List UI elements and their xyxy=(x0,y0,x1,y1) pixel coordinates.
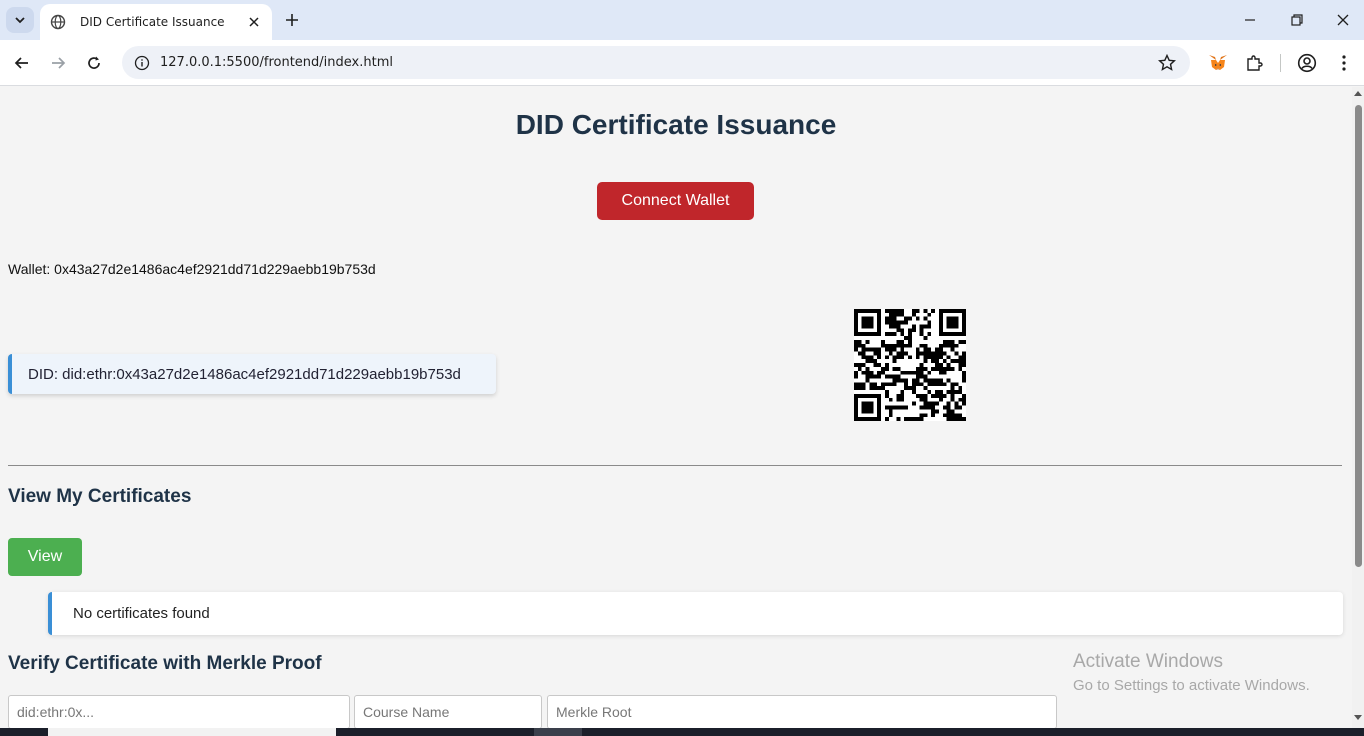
section-divider xyxy=(8,465,1342,466)
close-window-button[interactable] xyxy=(1333,10,1353,30)
page-scrollbar[interactable] xyxy=(1352,87,1364,736)
merkle-root-input[interactable] xyxy=(547,695,1057,729)
star-icon[interactable] xyxy=(1158,54,1176,72)
minimize-button[interactable] xyxy=(1240,10,1260,30)
close-icon xyxy=(1337,14,1349,26)
windows-taskbar xyxy=(0,728,1364,736)
page-title: DID Certificate Issuance xyxy=(515,109,837,140)
chevron-down-icon xyxy=(15,17,25,24)
globe-icon xyxy=(50,14,66,30)
new-tab-button[interactable] xyxy=(282,10,302,30)
scroll-thumb[interactable] xyxy=(1355,105,1362,567)
restore-icon xyxy=(1291,14,1303,26)
info-icon xyxy=(134,55,150,70)
close-tab-button[interactable] xyxy=(246,14,262,30)
puzzle-icon xyxy=(1247,55,1263,71)
watermark-subtitle: Go to Settings to activate Windows. xyxy=(1073,677,1310,694)
reload-icon xyxy=(88,56,100,69)
kebab-menu-icon xyxy=(1342,55,1346,71)
plus-icon xyxy=(286,14,298,26)
no-certificates-message: No certificates found xyxy=(73,605,210,622)
did-display: DID: did:ethr:0x43a27d2e1486ac4ef2921dd7… xyxy=(8,354,496,394)
tab-title: DID Certificate Issuance xyxy=(80,15,225,29)
profile-button[interactable] xyxy=(1296,52,1318,74)
scroll-up-arrow[interactable] xyxy=(1354,91,1362,96)
tab-strip: DID Certificate Issuance xyxy=(0,0,1364,40)
scroll-down-arrow[interactable] xyxy=(1354,715,1362,720)
did-text: DID: did:ethr:0x43a27d2e1486ac4ef2921dd7… xyxy=(28,365,461,383)
browser-tab[interactable]: DID Certificate Issuance xyxy=(40,4,272,40)
did-qr-code xyxy=(854,309,966,421)
connect-wallet-button[interactable]: Connect Wallet xyxy=(597,182,754,220)
site-info-button[interactable] xyxy=(134,55,150,71)
toolbar-separator xyxy=(1280,54,1281,72)
restore-button[interactable] xyxy=(1287,10,1307,30)
profile-icon xyxy=(1297,53,1317,73)
certificates-result: No certificates found xyxy=(48,592,1343,635)
tab-search-button[interactable] xyxy=(6,7,34,33)
did-input[interactable] xyxy=(8,695,350,729)
wallet-address: Wallet: 0x43a27d2e1486ac4ef2921dd71d229a… xyxy=(8,261,376,277)
forward-button[interactable] xyxy=(47,52,69,74)
page-content: DID Certificate Issuance Connect Wallet … xyxy=(0,87,1352,736)
browser-toolbar: 127.0.0.1:5500/frontend/index.html xyxy=(0,40,1364,86)
forward-arrow-icon xyxy=(52,57,66,69)
metamask-extension-button[interactable] xyxy=(1207,52,1229,74)
taskbar-item[interactable] xyxy=(534,728,582,736)
reload-button[interactable] xyxy=(83,52,105,74)
close-icon xyxy=(249,17,259,27)
url-text: 127.0.0.1:5500/frontend/index.html xyxy=(160,55,393,70)
taskbar-item[interactable] xyxy=(48,728,336,736)
back-button[interactable] xyxy=(11,52,33,74)
course-name-input[interactable] xyxy=(354,695,542,729)
view-certificates-button[interactable]: View xyxy=(8,538,82,576)
verify-certificate-heading: Verify Certificate with Merkle Proof xyxy=(8,653,322,674)
address-bar[interactable]: 127.0.0.1:5500/frontend/index.html xyxy=(122,46,1190,79)
back-arrow-icon xyxy=(14,57,28,69)
view-certificates-heading: View My Certificates xyxy=(8,486,192,507)
browser-menu-button[interactable] xyxy=(1333,52,1355,74)
metamask-fox-icon xyxy=(1209,55,1227,70)
extensions-button[interactable] xyxy=(1243,52,1265,74)
activate-windows-watermark: Activate Windows Go to Settings to activ… xyxy=(1073,651,1310,694)
watermark-title: Activate Windows xyxy=(1073,651,1223,672)
minimize-icon xyxy=(1245,19,1255,21)
